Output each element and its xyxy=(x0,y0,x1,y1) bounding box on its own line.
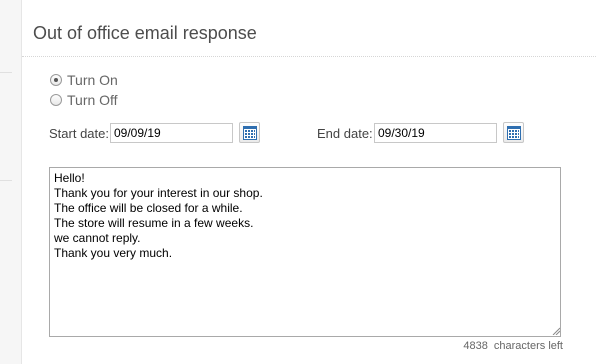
radio-turn-on[interactable]: Turn On xyxy=(50,72,118,88)
message-textarea[interactable]: Hello! Thank you for your interest in ou… xyxy=(49,167,561,337)
page-title: Out of office email response xyxy=(33,23,257,43)
start-date-input[interactable] xyxy=(110,123,233,143)
characters-left-count: 4838 xyxy=(463,340,488,352)
gutter-divider xyxy=(0,72,12,73)
out-of-office-panel: Out of office email response Turn On Tur… xyxy=(22,0,596,364)
gutter-divider xyxy=(0,180,12,181)
characters-left-counter: 4838 characters left xyxy=(463,340,563,352)
calendar-icon xyxy=(243,126,257,140)
start-date-label: Start date: xyxy=(49,126,109,141)
start-date-calendar-button[interactable] xyxy=(239,122,260,143)
resize-grip-icon[interactable] xyxy=(552,327,560,335)
calendar-icon xyxy=(507,126,521,140)
panel-header: Out of office email response xyxy=(22,0,596,57)
radio-label-on: Turn On xyxy=(67,72,118,88)
radio-label-off: Turn Off xyxy=(67,92,118,108)
end-date-input[interactable] xyxy=(374,123,497,143)
end-date-label: End date: xyxy=(317,126,373,141)
radio-turn-off[interactable]: Turn Off xyxy=(50,92,118,108)
characters-left-label: characters left xyxy=(493,340,563,352)
left-gutter xyxy=(0,0,22,364)
radio-button-off[interactable] xyxy=(50,94,62,106)
radio-button-on[interactable] xyxy=(50,74,62,86)
end-date-calendar-button[interactable] xyxy=(503,122,524,143)
